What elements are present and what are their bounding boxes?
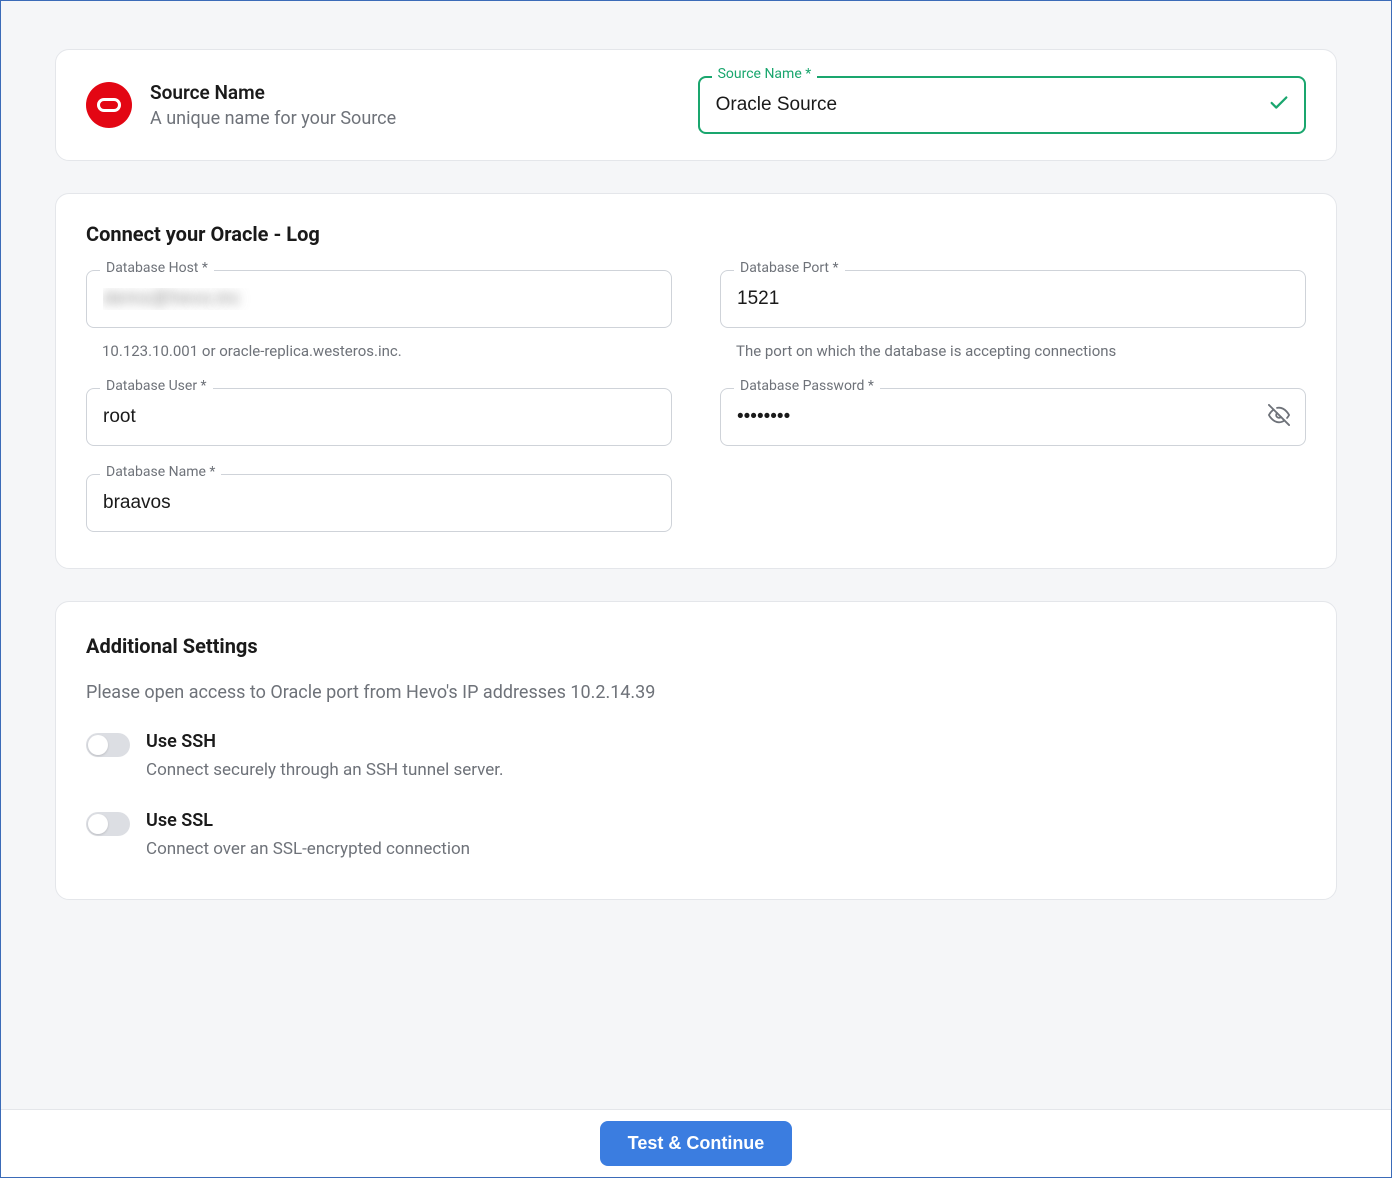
connect-title: Connect your Oracle - Log: [86, 222, 1306, 246]
db-name-label: Database Name *: [100, 464, 221, 480]
db-host-input[interactable]: [86, 270, 672, 328]
db-port-helper: The port on which the database is accept…: [720, 342, 1306, 360]
ssl-text: Use SSL Connect over an SSL-encrypted co…: [146, 810, 470, 859]
ssl-label: Use SSL: [146, 810, 470, 831]
db-user-group: Database User *: [86, 388, 672, 446]
source-name-card: Source Name A unique name for your Sourc…: [55, 49, 1337, 161]
db-password-wrapper: Database Password *: [720, 388, 1306, 446]
db-name-wrapper: Database Name *: [86, 474, 672, 532]
additional-settings-card: Additional Settings Please open access t…: [55, 601, 1337, 900]
field-grid: Database Host * 10.123.10.001 or oracle-…: [86, 270, 1306, 532]
main-content: Source Name A unique name for your Sourc…: [1, 1, 1391, 1111]
check-icon: [1268, 92, 1290, 118]
eye-off-icon[interactable]: [1268, 404, 1290, 430]
db-name-group: Database Name *: [86, 474, 672, 532]
db-password-input[interactable]: [720, 388, 1306, 446]
db-port-label: Database Port *: [734, 260, 845, 276]
db-host-label: Database Host *: [100, 260, 214, 276]
db-user-wrapper: Database User *: [86, 388, 672, 446]
source-title: Source Name: [150, 81, 396, 104]
source-left: Source Name A unique name for your Sourc…: [86, 81, 672, 129]
db-port-input[interactable]: [720, 270, 1306, 328]
db-host-group: Database Host * 10.123.10.001 or oracle-…: [86, 270, 672, 360]
source-right: Source Name *: [698, 76, 1306, 134]
db-password-label: Database Password *: [734, 378, 880, 394]
footer-bar: Test & Continue: [1, 1109, 1391, 1177]
source-name-input[interactable]: [698, 76, 1306, 134]
db-host-helper: 10.123.10.001 or oracle-replica.westeros…: [86, 342, 672, 360]
ssh-label: Use SSH: [146, 731, 504, 752]
source-name-label: Source Name *: [712, 66, 818, 82]
source-description: A unique name for your Source: [150, 108, 396, 129]
db-host-wrapper: Database Host *: [86, 270, 672, 328]
ssh-text: Use SSH Connect securely through an SSH …: [146, 731, 504, 780]
connect-card: Connect your Oracle - Log Database Host …: [55, 193, 1337, 569]
ssh-toggle[interactable]: [86, 733, 130, 757]
ssh-toggle-row: Use SSH Connect securely through an SSH …: [86, 731, 1306, 780]
db-name-input[interactable]: [86, 474, 672, 532]
test-continue-button[interactable]: Test & Continue: [600, 1121, 793, 1166]
db-user-label: Database User *: [100, 378, 213, 394]
db-port-group: Database Port * The port on which the da…: [720, 270, 1306, 360]
ssl-desc: Connect over an SSL-encrypted connection: [146, 839, 470, 859]
source-name-field-wrapper: Source Name *: [698, 76, 1306, 134]
db-user-input[interactable]: [86, 388, 672, 446]
oracle-logo-icon: [86, 82, 132, 128]
additional-desc: Please open access to Oracle port from H…: [86, 682, 1306, 703]
ssl-toggle[interactable]: [86, 812, 130, 836]
ssh-desc: Connect securely through an SSH tunnel s…: [146, 760, 504, 780]
db-password-group: Database Password *: [720, 388, 1306, 446]
db-port-wrapper: Database Port *: [720, 270, 1306, 328]
additional-title: Additional Settings: [86, 634, 1306, 658]
ssl-toggle-row: Use SSL Connect over an SSL-encrypted co…: [86, 810, 1306, 859]
toggle-knob: [88, 735, 108, 755]
source-text-block: Source Name A unique name for your Sourc…: [150, 81, 396, 129]
toggle-knob: [88, 814, 108, 834]
